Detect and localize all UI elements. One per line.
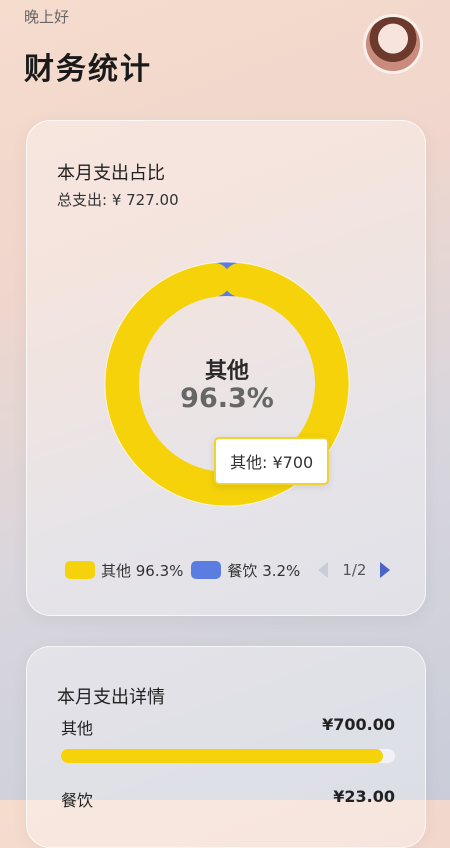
donut-center-value: 96.3% <box>102 383 352 414</box>
card-title: 本月支出详情 <box>57 683 165 709</box>
pager-next-icon[interactable] <box>380 562 390 578</box>
progress-track <box>61 749 395 763</box>
avatar[interactable] <box>366 17 420 71</box>
chart-tooltip: 其他: ¥700 <box>214 437 329 485</box>
card-title: 本月支出占比 <box>57 159 165 185</box>
donut-center-label: 其他 <box>102 353 352 385</box>
greeting-text: 晚上好 <box>24 6 69 27</box>
detail-row-other[interactable]: 其他 ¥700.00 <box>61 715 395 739</box>
detail-amount: ¥23.00 <box>333 787 395 811</box>
detail-name: 其他 <box>61 715 93 739</box>
detail-name: 餐饮 <box>61 787 93 811</box>
pager-text: 1/2 <box>342 561 366 579</box>
legend-pager: 1/2 <box>318 561 390 579</box>
pager-prev-icon[interactable] <box>318 562 328 578</box>
legend-swatch-dining <box>191 561 221 579</box>
legend-label-other: 其他 96.3% <box>101 560 183 581</box>
total-expense: 总支出: ¥ 727.00 <box>57 189 179 210</box>
legend-item-dining[interactable]: 餐饮 3.2% <box>191 560 300 581</box>
page-title: 财务统计 <box>24 44 152 88</box>
expense-details-card: 本月支出详情 其他 ¥700.00 餐饮 ¥23.00 <box>26 646 426 848</box>
legend-item-other[interactable]: 其他 96.3% <box>65 560 183 581</box>
chart-legend: 其他 96.3% 餐饮 3.2% 1/2 <box>65 559 390 581</box>
legend-label-dining: 餐饮 3.2% <box>227 560 300 581</box>
progress-fill <box>61 749 383 763</box>
legend-swatch-other <box>65 561 95 579</box>
detail-row-dining[interactable]: 餐饮 ¥23.00 <box>61 787 395 811</box>
detail-amount: ¥700.00 <box>322 715 395 739</box>
expense-ratio-card: 本月支出占比 总支出: ¥ 727.00 其他 96.3% 其他: ¥700 其… <box>26 120 426 616</box>
